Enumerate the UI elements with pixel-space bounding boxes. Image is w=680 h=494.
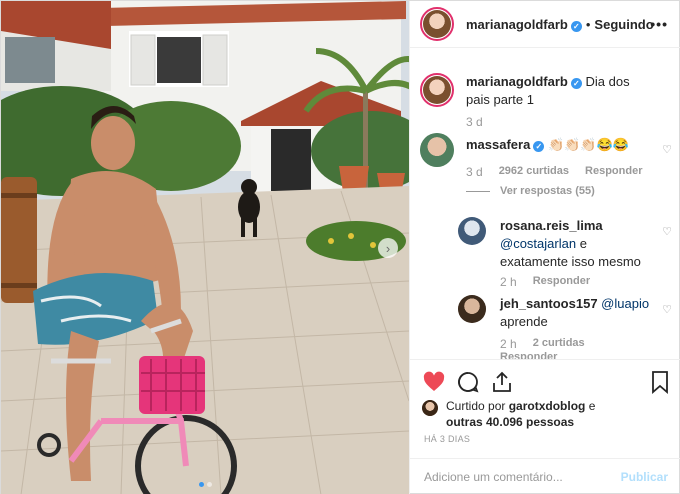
reply-mention[interactable]: @costajarlan — [500, 236, 576, 251]
author-username[interactable]: marianagoldfarb ✓ — [466, 17, 582, 32]
liker-username[interactable]: garotxdoblog — [509, 399, 586, 413]
header-separator: • — [585, 16, 591, 32]
author-avatar[interactable] — [420, 7, 454, 41]
reply-text: jeh_santoos157 @luapio aprende — [500, 295, 654, 331]
caption-username[interactable]: marianagoldfarb — [466, 74, 568, 89]
verified-badge-icon: ✓ — [570, 78, 582, 89]
bookmark-icon[interactable] — [648, 370, 672, 394]
instagram-post: › marianagoldfarb ✓ • Seguindo ••• marian… — [0, 0, 680, 494]
divider — [466, 190, 490, 192]
carousel-dot — [206, 482, 212, 487]
photo-scene — [1, 1, 409, 494]
verified-badge-icon: ✓ — [533, 141, 545, 152]
reply-mention[interactable]: @luapio — [601, 296, 649, 311]
carousel-dot-active — [198, 482, 204, 487]
caption-avatar[interactable] — [420, 73, 454, 107]
comment-bubble-icon[interactable] — [456, 370, 480, 394]
likes-middle: e — [585, 399, 596, 413]
reply-time: 2 h — [500, 275, 517, 289]
likes-summary: Curtido por garotxdoblog e outras 40.096… — [422, 398, 595, 430]
share-icon[interactable] — [490, 370, 514, 394]
comment-time: 3 d — [466, 165, 483, 179]
caption-meta: 3 d — [466, 115, 483, 129]
post-date[interactable]: HÁ 3 DIAS — [424, 434, 470, 444]
view-replies-button[interactable]: Ver respostas (55) — [466, 185, 595, 197]
carousel-indicator — [1, 482, 409, 487]
reply-button[interactable]: Responder — [500, 351, 557, 359]
comment-body: 👏🏻👏🏻👏🏻😂😂 — [547, 137, 629, 152]
reply-text: rosana.reis_lima @costajarlan e exatamen… — [500, 217, 654, 271]
post-header: marianagoldfarb ✓ • Seguindo ••• — [410, 1, 680, 48]
next-slide-button[interactable]: › — [378, 238, 398, 258]
comment-meta: 3 d 2962 curtidas Responder — [466, 165, 642, 179]
reply-username[interactable]: jeh_santoos157 — [500, 296, 598, 311]
view-replies-label: Ver respostas (55) — [500, 185, 595, 197]
likes-prefix: Curtido por — [446, 399, 506, 413]
add-comment-section: Publicar — [410, 458, 680, 494]
more-options-icon[interactable]: ••• — [650, 16, 668, 32]
reply-likes[interactable]: 2 curtidas — [533, 337, 585, 351]
action-bar — [410, 359, 680, 399]
post-photo[interactable]: › — [1, 1, 409, 494]
following-button[interactable]: Seguindo — [594, 17, 653, 32]
publish-button[interactable]: Publicar — [621, 470, 668, 484]
comments-list[interactable]: marianagoldfarb ✓ Dia dos pais parte 1 3 … — [410, 61, 680, 359]
reply-time: 2 h — [500, 337, 517, 351]
reply-username[interactable]: rosana.reis_lima — [500, 218, 603, 233]
like-reply-heart-icon[interactable]: ♡ — [662, 303, 672, 316]
reply-button[interactable]: Responder — [585, 165, 642, 179]
heart-filled-icon[interactable] — [422, 370, 446, 394]
chevron-right-icon: › — [385, 240, 391, 256]
likes-text: Curtido por garotxdoblog e outras 40.096… — [446, 398, 595, 430]
like-reply-heart-icon[interactable]: ♡ — [662, 225, 672, 238]
comment-text: massafera ✓ 👏🏻👏🏻👏🏻😂😂 — [466, 136, 654, 154]
reply-meta: 2 h 2 curtidas — [500, 337, 585, 351]
liker-avatar[interactable] — [422, 400, 438, 416]
commenter-avatar[interactable] — [420, 133, 454, 167]
caption-text: marianagoldfarb ✓ Dia dos pais parte 1 — [466, 73, 654, 109]
verified-badge-icon: ✓ — [570, 20, 582, 32]
comment-input[interactable] — [424, 470, 604, 484]
reply-button[interactable]: Responder — [533, 275, 590, 289]
post-side-panel: marianagoldfarb ✓ • Seguindo ••• marianag… — [409, 1, 680, 494]
like-comment-heart-icon[interactable]: ♡ — [662, 143, 672, 156]
reply-meta: 2 h Responder — [500, 275, 590, 289]
likes-count[interactable]: outras 40.096 pessoas — [446, 415, 574, 429]
reply-avatar[interactable] — [458, 217, 486, 245]
reply-meta-second-line: Responder — [500, 351, 557, 359]
comment-likes[interactable]: 2962 curtidas — [499, 165, 569, 179]
reply-avatar[interactable] — [458, 295, 486, 323]
comment-username[interactable]: massafera — [466, 137, 530, 152]
reply-body: aprende — [500, 314, 548, 329]
caption-time: 3 d — [466, 115, 483, 129]
